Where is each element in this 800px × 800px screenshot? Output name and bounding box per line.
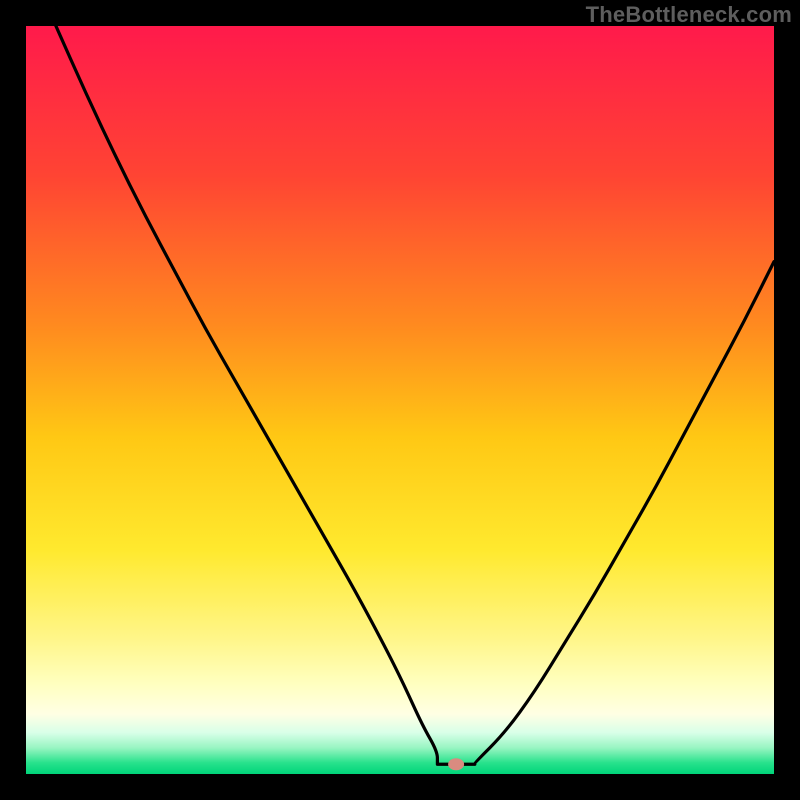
gradient-background: [26, 26, 774, 774]
plot-area: [26, 26, 774, 774]
optimum-marker: [448, 758, 464, 770]
chart-svg: [26, 26, 774, 774]
chart-frame: TheBottleneck.com: [0, 0, 800, 800]
attribution-text: TheBottleneck.com: [586, 2, 792, 28]
